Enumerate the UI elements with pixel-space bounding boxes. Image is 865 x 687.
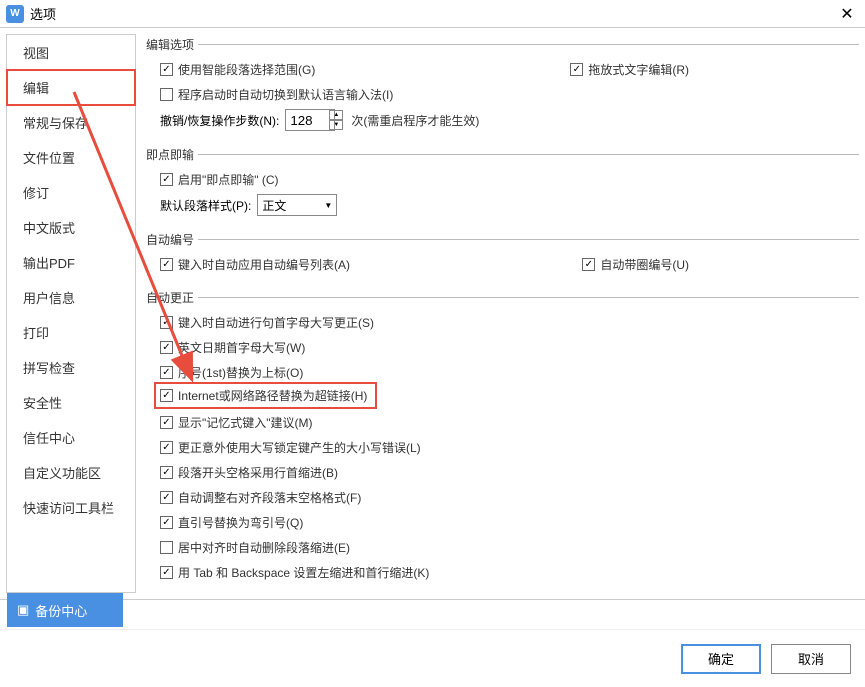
sidebar-item-security[interactable]: 安全性 (7, 385, 135, 420)
checkbox-right-align-trailing-space[interactable]: ✓自动调整右对齐段落末空格格式(F) (160, 489, 361, 506)
check-icon: ✓ (160, 516, 173, 529)
check-icon: ✓ (160, 416, 173, 429)
check-icon: ✓ (160, 441, 173, 454)
check-icon: ✓ (160, 566, 173, 579)
sidebar-item-general-save[interactable]: 常规与保存 (7, 105, 135, 140)
check-icon: ✓ (160, 316, 173, 329)
ok-button[interactable]: 确定 (681, 644, 761, 674)
window-title: 选项 (30, 4, 835, 23)
close-icon[interactable]: ✕ (835, 2, 859, 26)
section-click-type: 即点即输 ✓ 启用"即点即输" (C) 默认段落样式(P): 正文 ▼ (146, 146, 859, 223)
check-icon: ✓ (582, 258, 595, 271)
check-icon: ✓ (160, 389, 173, 402)
checkbox-drag-drop-edit[interactable]: ✓ 拖放式文字编辑(R) (570, 61, 689, 78)
section-legend: 剪切和粘贴选项 (146, 597, 234, 599)
checkbox-auto-number-list[interactable]: ✓ 键入时自动应用自动编号列表(A) (160, 256, 350, 273)
check-icon: ✓ (160, 258, 173, 271)
section-legend: 即点即输 (146, 146, 198, 163)
check-icon: ✓ (160, 466, 173, 479)
check-icon: ✓ (160, 341, 173, 354)
undo-steps-input[interactable] (285, 109, 335, 131)
check-icon (160, 541, 173, 554)
checkbox-auto-ime[interactable]: 程序启动时自动切换到默认语言输入法(I) (160, 86, 393, 103)
checkbox-caps-lock-correct[interactable]: ✓更正意外使用大写锁定键产生的大小写错误(L) (160, 439, 421, 456)
cancel-button[interactable]: 取消 (771, 644, 851, 674)
check-icon (160, 88, 173, 101)
undo-steps-label: 撤销/恢复操作步数(N): (160, 112, 279, 129)
section-auto-number: 自动编号 ✓ 键入时自动应用自动编号列表(A) ✓ 自动带圈编号(U) (146, 231, 859, 281)
sidebar-item-trust-center[interactable]: 信任中心 (7, 420, 135, 455)
spinner[interactable]: ▲▼ (329, 110, 343, 130)
section-auto-correct: 自动更正 ✓键入时自动进行句首字母大写更正(S) ✓英文日期首字母大写(W) ✓… (146, 289, 859, 589)
checkbox-ordinal-superscript[interactable]: ✓序号(1st)替换为上标(O) (160, 364, 303, 381)
section-edit-options: 编辑选项 ✓ 使用智能段落选择范围(G) ✓ 拖放式文字编辑(R) 程序启动 (146, 36, 859, 138)
sidebar: 视图 编辑 常规与保存 文件位置 修订 中文版式 输出PDF 用户信息 打印 拼… (6, 34, 136, 593)
checkbox-internet-hyperlink[interactable]: ✓Internet或网络路径替换为超链接(H) (156, 384, 375, 407)
sidebar-item-file-location[interactable]: 文件位置 (7, 140, 135, 175)
check-icon: ✓ (570, 63, 583, 76)
check-icon: ✓ (160, 491, 173, 504)
checkbox-english-date-capital[interactable]: ✓英文日期首字母大写(W) (160, 339, 305, 356)
titlebar: W 选项 ✕ (0, 0, 865, 28)
section-legend: 自动编号 (146, 231, 198, 248)
bottom-bar: 确定 取消 (0, 629, 865, 687)
checkbox-auto-circle-number[interactable]: ✓ 自动带圈编号(U) (582, 256, 689, 273)
sidebar-item-spell-check[interactable]: 拼写检查 (7, 350, 135, 385)
sidebar-item-revision[interactable]: 修订 (7, 175, 135, 210)
checkbox-enable-click-type[interactable]: ✓ 启用"即点即输" (C) (160, 171, 279, 188)
section-cut-paste: 剪切和粘贴选项 (146, 597, 859, 599)
default-para-label: 默认段落样式(P): (160, 197, 251, 214)
sidebar-item-print[interactable]: 打印 (7, 315, 135, 350)
checkbox-tab-backspace-indent[interactable]: ✓用 Tab 和 Backspace 设置左缩进和首行缩进(K) (160, 564, 429, 581)
checkbox-memory-type-suggestion[interactable]: ✓显示"记忆式键入"建议(M) (160, 414, 313, 431)
sidebar-item-view[interactable]: 视图 (7, 35, 135, 70)
sidebar-item-customize-ribbon[interactable]: 自定义功能区 (7, 455, 135, 490)
chevron-down-icon: ▼ (324, 201, 332, 210)
sidebar-item-output-pdf[interactable]: 输出PDF (7, 245, 135, 280)
checkbox-para-start-indent[interactable]: ✓段落开头空格采用行首缩进(B) (160, 464, 338, 481)
checkbox-sentence-capital[interactable]: ✓键入时自动进行句首字母大写更正(S) (160, 314, 374, 331)
checkbox-center-remove-indent[interactable]: 居中对齐时自动删除段落缩进(E) (160, 539, 350, 556)
app-icon: W (6, 5, 24, 23)
sidebar-item-chinese-layout[interactable]: 中文版式 (7, 210, 135, 245)
checkbox-smart-quotes[interactable]: ✓直引号替换为弯引号(Q) (160, 514, 303, 531)
backup-center-button[interactable]: ▣ 备份中心 (7, 593, 123, 627)
undo-steps-suffix: 次(需重启程序才能生效) (351, 112, 479, 129)
check-icon: ✓ (160, 173, 173, 186)
sidebar-item-user-info[interactable]: 用户信息 (7, 280, 135, 315)
backup-icon: ▣ (17, 602, 29, 618)
section-legend: 编辑选项 (146, 36, 198, 53)
checkbox-smart-paragraph[interactable]: ✓ 使用智能段落选择范围(G) (160, 61, 315, 78)
sidebar-item-edit[interactable]: 编辑 (7, 70, 135, 105)
check-icon: ✓ (160, 63, 173, 76)
check-icon: ✓ (160, 366, 173, 379)
sidebar-item-quick-access[interactable]: 快速访问工具栏 (7, 490, 135, 525)
content-panel: 编辑选项 ✓ 使用智能段落选择范围(G) ✓ 拖放式文字编辑(R) 程序启动 (136, 28, 865, 599)
section-legend: 自动更正 (146, 289, 198, 306)
default-para-select[interactable]: 正文 ▼ (257, 194, 337, 216)
